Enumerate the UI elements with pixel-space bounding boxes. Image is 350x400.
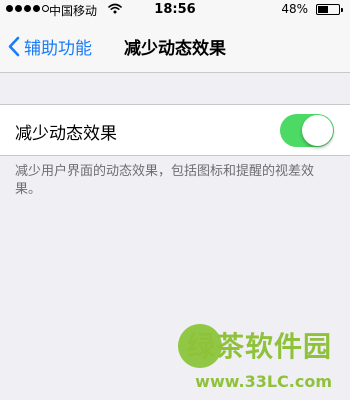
watermark-url: www.33LC.com — [195, 372, 332, 391]
toggle-knob — [302, 115, 333, 146]
header: 中国移动 18:56 48% 辅助功能 减少动态效果 — [0, 0, 350, 73]
watermark: 绿茶软件园 www.33LC.com — [0, 310, 350, 400]
battery-level-fill — [318, 6, 328, 13]
battery-percentage: 48% — [281, 2, 308, 16]
reduce-motion-label: 减少动态效果 — [15, 124, 117, 144]
watermark-leaf-logo — [178, 324, 222, 368]
page-title: 减少动态效果 — [124, 39, 226, 59]
reduce-motion-toggle[interactable] — [280, 114, 334, 147]
status-bar: 中国移动 18:56 48% — [0, 0, 350, 20]
navigation-bar: 辅助功能 减少动态效果 — [0, 22, 350, 70]
battery-icon — [316, 4, 343, 15]
reduce-motion-cell: 减少动态效果 — [0, 104, 350, 156]
watermark-brand: 绿茶软件园 — [186, 330, 332, 363]
setting-description: 减少用户界面的动态效果，包括图标和提醒的视差效果。 — [15, 164, 315, 197]
